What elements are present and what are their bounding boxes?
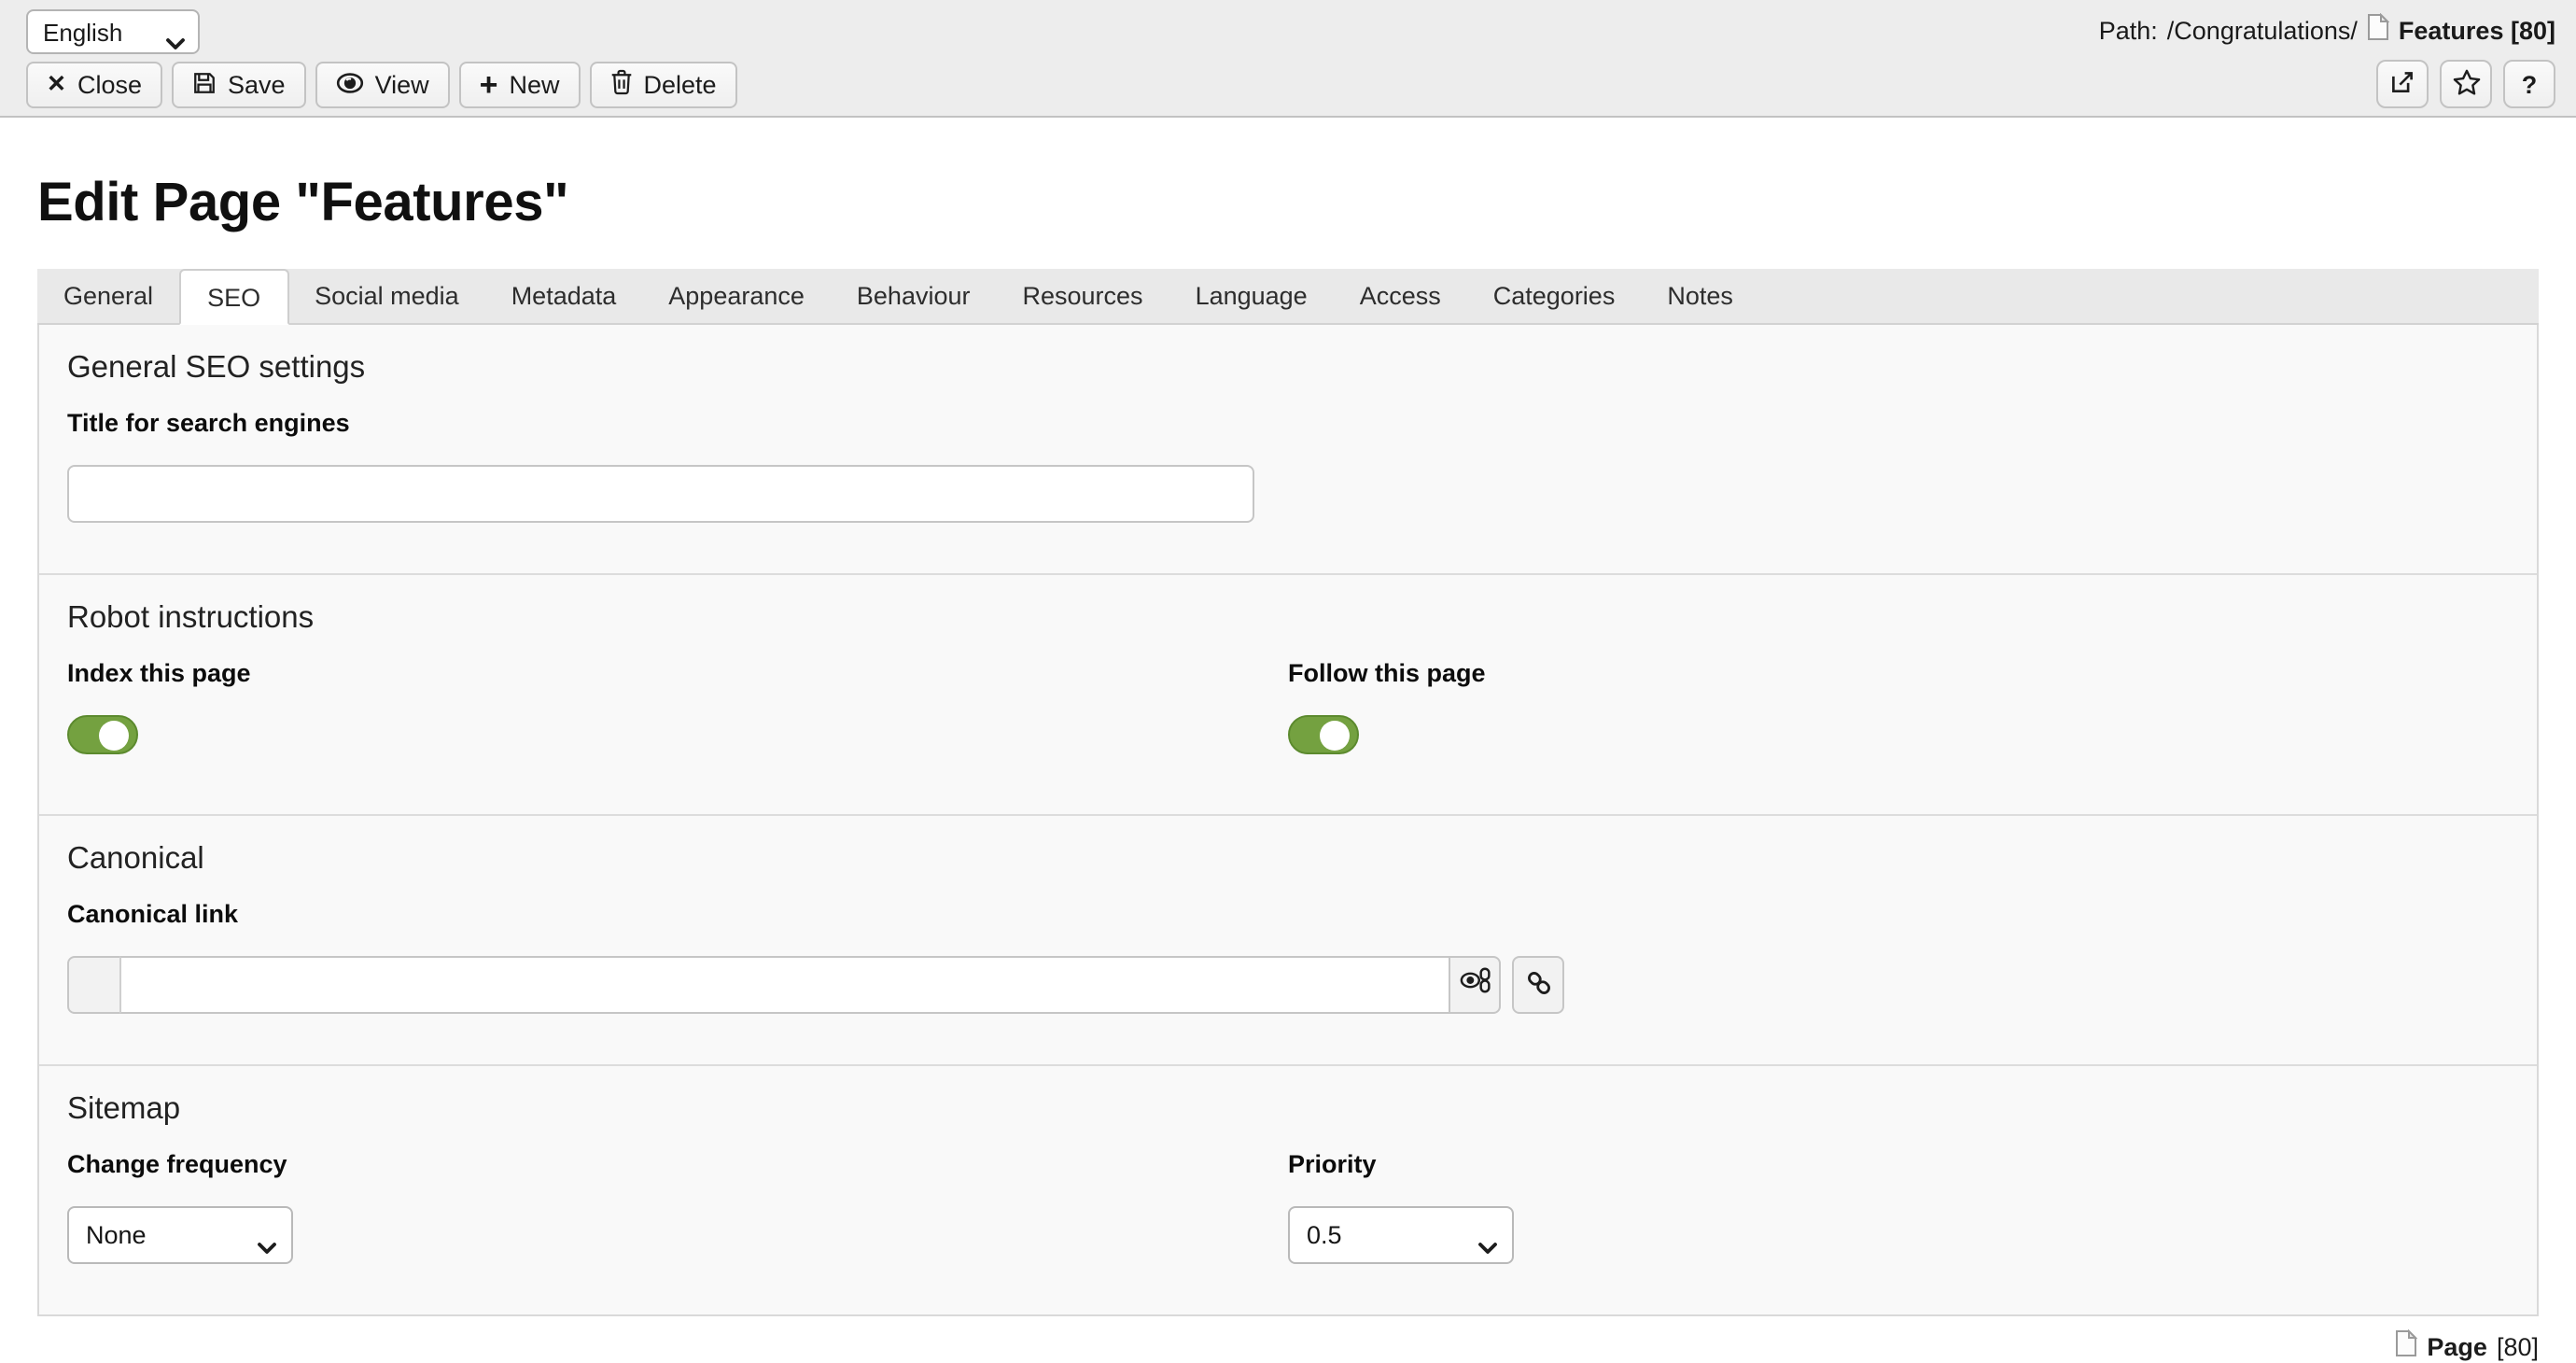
index-this-page-field: Index this page [67, 659, 1288, 764]
help-icon: ? [2522, 70, 2538, 98]
path-label: Path: [2099, 16, 2158, 44]
quick-buttons: ? [2376, 60, 2555, 108]
follow-this-page-field: Follow this page [1288, 659, 2509, 764]
section-heading: Robot instructions [67, 601, 2509, 637]
eye-link-icon [1459, 965, 1491, 1005]
priority-select[interactable]: 0.5 [1288, 1206, 1514, 1264]
save-button[interactable]: Save [172, 62, 306, 108]
trash-icon [610, 69, 633, 101]
section-heading: Sitemap [67, 1092, 2509, 1128]
toggle-knob [1320, 720, 1350, 750]
change-frequency-field: Change frequency None [67, 1150, 1288, 1264]
link-icon [1524, 968, 1552, 1002]
page-title: Edit Page "Features" [37, 174, 2576, 235]
favorite-button[interactable] [2440, 60, 2492, 108]
save-icon [192, 70, 217, 100]
toggle-knob [99, 720, 129, 750]
open-in-new-window-button[interactable] [2376, 60, 2429, 108]
top-bar: English ✕ Close Save View [0, 0, 2576, 118]
toolbar: ✕ Close Save View + New [26, 62, 737, 108]
delete-button-label: Delete [644, 71, 717, 99]
help-button[interactable]: ? [2503, 60, 2555, 108]
change-frequency-select[interactable]: None [67, 1206, 293, 1264]
page-reference-footer: Page [80] [37, 1329, 2539, 1363]
language-select-wrap: English [26, 9, 200, 54]
external-link-icon [2389, 68, 2415, 100]
language-select[interactable]: English [26, 9, 200, 54]
change-frequency-select-wrap: None [67, 1206, 293, 1264]
section-heading: Canonical [67, 842, 2509, 878]
save-button-label: Save [228, 71, 286, 99]
canonical-link-group [67, 956, 2509, 1014]
tab-metadata[interactable]: Metadata [485, 269, 643, 323]
tab-behaviour[interactable]: Behaviour [831, 269, 997, 323]
tab-social-media[interactable]: Social media [288, 269, 485, 323]
new-button-label: New [510, 71, 560, 99]
pick-link-button[interactable] [1512, 956, 1564, 1014]
page-icon [2367, 13, 2389, 47]
current-page-ref[interactable]: Features [80] [2399, 16, 2555, 44]
new-button[interactable]: + New [459, 62, 581, 108]
tab-bar: General SEO Social media Metadata Appear… [37, 269, 2539, 325]
star-icon [2452, 68, 2480, 100]
eye-icon [336, 70, 364, 100]
index-this-page-toggle[interactable] [67, 715, 138, 754]
follow-this-page-label: Follow this page [1288, 659, 2509, 689]
tab-seo[interactable]: SEO [179, 269, 288, 325]
page-icon [2395, 1329, 2417, 1363]
tab-access[interactable]: Access [1334, 269, 1467, 323]
close-button[interactable]: ✕ Close [26, 62, 162, 108]
section-general-seo: General SEO settings Title for search en… [39, 325, 2537, 573]
section-canonical: Canonical Canonical link [39, 814, 2537, 1064]
close-button-label: Close [77, 71, 142, 99]
tab-general[interactable]: General [37, 269, 179, 323]
tab-notes[interactable]: Notes [1641, 269, 1759, 323]
canonical-link-input[interactable] [119, 956, 1450, 1014]
admin-edit-page: English ✕ Close Save View [0, 0, 2576, 1352]
path-link[interactable]: /Congratulations/ [2167, 16, 2358, 44]
priority-field: Priority 0.5 [1288, 1150, 2509, 1264]
view-button[interactable]: View [315, 62, 450, 108]
tab-language[interactable]: Language [1169, 269, 1334, 323]
page-type-label: Page [2427, 1332, 2487, 1360]
priority-select-wrap: 0.5 [1288, 1206, 1514, 1264]
section-sitemap: Sitemap Change frequency None Priority [39, 1064, 2537, 1314]
breadcrumb: Path: /Congratulations/ Features [80] [2099, 13, 2555, 47]
page-id-label: [80] [2497, 1332, 2539, 1360]
section-robot-instructions: Robot instructions Index this page Follo… [39, 573, 2537, 814]
section-heading: General SEO settings [67, 351, 2509, 386]
plus-icon: + [480, 73, 498, 97]
index-this-page-label: Index this page [67, 659, 1288, 689]
title-for-search-engines-input[interactable] [67, 465, 1254, 523]
seo-tab-panel: General SEO settings Title for search en… [37, 325, 2539, 1316]
title-for-search-engines-label: Title for search engines [67, 409, 2509, 439]
close-icon: ✕ [47, 74, 66, 97]
view-button-label: View [375, 71, 429, 99]
canonical-link-label: Canonical link [67, 900, 2509, 930]
visit-link-button[interactable] [1449, 956, 1501, 1014]
priority-label: Priority [1288, 1150, 2509, 1180]
change-frequency-label: Change frequency [67, 1150, 1288, 1180]
tab-appearance[interactable]: Appearance [642, 269, 831, 323]
tab-categories[interactable]: Categories [1467, 269, 1642, 323]
canonical-link-thumbnail-addon [67, 956, 121, 1014]
tab-resources[interactable]: Resources [997, 269, 1169, 323]
follow-this-page-toggle[interactable] [1288, 715, 1359, 754]
delete-button[interactable]: Delete [590, 62, 737, 108]
